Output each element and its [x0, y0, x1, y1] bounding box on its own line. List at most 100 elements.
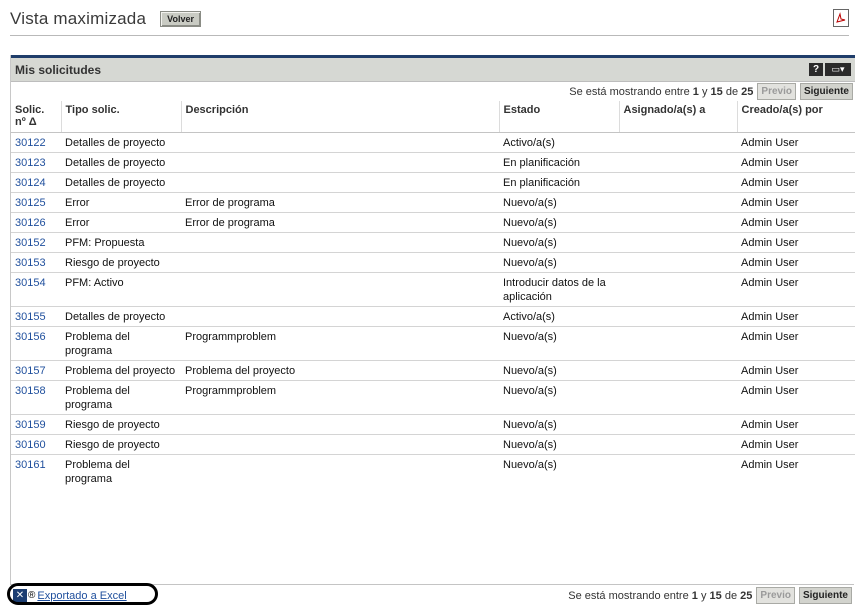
table-row: 30123 Detalles de proyecto En planificació… — [11, 151, 855, 172]
table-row: 30126 Error Error de programa Nuevo/a(s) Adm… — [11, 211, 855, 232]
cell-created-by: Admin User — [737, 231, 855, 252]
cell-status: Introducir datos de la aplicación — [499, 271, 619, 306]
pdf-icon[interactable] — [833, 9, 849, 27]
cell-created-by: Admin User — [737, 151, 855, 172]
table-row: 30161 Problema del programa Nuevo/a(s) Admi… — [11, 453, 855, 488]
cell-request-number-link: 30154 — [11, 271, 61, 306]
cell-description — [181, 251, 499, 272]
request-number-link[interactable]: 30122 — [15, 137, 46, 149]
cell-status: Activo/a(s) — [503, 136, 555, 149]
cell-request-number-link: 30123 — [11, 151, 61, 172]
cell-status: En planificación — [499, 171, 619, 192]
column-header-created-by[interactable]: Creado/a(s) por — [736, 101, 855, 133]
cell-status: Nuevo/a(s) — [499, 453, 619, 488]
cell-request-type: Detalles de proyecto — [61, 305, 181, 326]
menu-icon[interactable]: ▭▾ — [825, 63, 851, 76]
table-row: 30125 Error Error de programa Nuevo/a(s) Adm… — [11, 191, 855, 212]
cell-request-type: Problema del programa — [61, 453, 181, 488]
cell-description — [181, 132, 499, 152]
cell-assigned-to — [619, 191, 737, 212]
cell-status: Nuevo/a(s) — [499, 413, 619, 434]
page-header: Vista maximizada Volver — [10, 6, 201, 32]
cell-request-number-link: 30156 — [11, 325, 61, 360]
cell-status: Nuevo/a(s) — [499, 231, 619, 252]
cell-request-type: Riesgo de proyecto — [61, 413, 181, 434]
cell-description — [181, 453, 499, 488]
table-row: 30159 Riesgo de proyecto Nuevo/a(s) Admin U… — [11, 413, 855, 434]
cell-status: Nuevo/a(s) — [499, 191, 619, 212]
request-number-link[interactable]: 30156 — [15, 331, 46, 343]
my-requests-portlet: Mis solicitudes ? ▭▾ Se está mostrando e… — [10, 55, 855, 605]
request-number-link[interactable]: 30153 — [15, 257, 46, 269]
request-number-link[interactable]: 30125 — [15, 197, 46, 209]
table-row: 30158 Problema del programa Programmproble… — [11, 379, 855, 414]
cell-request-number-link: 30161 — [11, 453, 61, 488]
cell-request-type: Riesgo de proyecto — [61, 433, 181, 454]
cell-assigned-to — [619, 151, 737, 172]
pager-top: Se está mostrando entre 1 y 15 de 25 Pre… — [11, 82, 855, 101]
cell-assigned-to — [619, 251, 737, 272]
cell-description: Error de programa — [181, 211, 499, 232]
cell-request-number-link: 30159 — [11, 413, 61, 434]
cell-created-by: Admin User — [737, 191, 855, 212]
cell-request-type: PFM: Activo — [61, 271, 181, 306]
cell-created-by: Admin User — [741, 136, 799, 149]
request-number-link[interactable]: 30154 — [15, 277, 46, 289]
cell-request-type: Problema del proyecto — [61, 359, 181, 380]
cell-status: Nuevo/a(s) — [499, 251, 619, 272]
cell-assigned-to — [619, 305, 737, 326]
cell-status: Nuevo/a(s) — [499, 325, 619, 360]
cell-created-by: Admin User — [737, 271, 855, 306]
header-divider — [10, 35, 849, 36]
cell-assigned-to — [619, 211, 737, 232]
cell-created-by: Admin User — [737, 305, 855, 326]
request-number-link[interactable]: 30158 — [15, 385, 46, 397]
back-button[interactable]: Volver — [160, 11, 201, 27]
column-header-request-number[interactable]: Solic. nº Δ — [11, 101, 61, 133]
request-number-link[interactable]: 30159 — [15, 419, 46, 431]
cell-assigned-to — [619, 171, 737, 192]
previous-button[interactable]: Previo — [757, 83, 796, 100]
cell-request-type: PFM: Propuesta — [61, 231, 181, 252]
cell-assigned-to — [619, 413, 737, 434]
page-title: Vista maximizada — [10, 9, 147, 28]
request-number-link[interactable]: 30155 — [15, 311, 46, 323]
request-number-link[interactable]: 30124 — [15, 177, 46, 189]
cell-request-number-link: 30158 — [11, 379, 61, 414]
column-header-request-type[interactable]: Tipo solic. — [60, 101, 181, 133]
next-button[interactable]: Siguiente — [799, 83, 853, 100]
cell-assigned-to — [619, 453, 737, 488]
cell-assigned-to — [619, 132, 737, 152]
cell-description — [181, 151, 499, 172]
request-number-link[interactable]: 30157 — [15, 365, 46, 377]
previous-button[interactable]: Previo — [756, 587, 795, 604]
table-row: 30157 Problema del proyecto Problema del p… — [11, 359, 855, 380]
cell-created-by: Admin User — [737, 359, 855, 380]
cell-request-number-link: 30160 — [11, 433, 61, 454]
request-number-link[interactable]: 30160 — [15, 439, 46, 451]
cell-created-by: Admin User — [737, 325, 855, 360]
request-number-link[interactable]: 30161 — [15, 459, 46, 471]
pager-text: Se está mostrando entre 1 y 15 de 25 — [568, 589, 753, 602]
request-number-link[interactable]: 30152 — [15, 237, 46, 249]
cell-created-by: Admin User — [737, 211, 855, 232]
table-row: 30122 Detalles de proyecto Activo/a(s) Admi… — [11, 132, 855, 152]
registered-mark: ® — [28, 590, 36, 601]
excel-icon[interactable]: ✕ — [13, 589, 27, 602]
cell-created-by: Admin User — [737, 453, 855, 488]
request-number-link[interactable]: 30126 — [15, 217, 46, 229]
cell-request-type: Problema del programa — [61, 325, 181, 360]
pager-bottom: Se está mostrando entre 1 y 15 de 25 Pre… — [568, 586, 854, 605]
next-button[interactable]: Siguiente — [798, 587, 852, 604]
table-row: 30156 Problema del programa Programmproble… — [11, 325, 855, 360]
column-header-description[interactable]: Descripción — [180, 101, 499, 133]
cell-status: Nuevo/a(s) — [499, 359, 619, 380]
cell-description — [181, 271, 499, 306]
cell-assigned-to — [619, 231, 737, 252]
help-icon[interactable]: ? — [809, 63, 823, 76]
column-header-assigned-to[interactable]: Asignado/a(s) a — [618, 101, 737, 133]
request-number-link[interactable]: 30123 — [15, 157, 46, 169]
export-to-excel-link[interactable]: Exportado a Excel — [37, 590, 126, 602]
column-header-status[interactable]: Estado — [498, 101, 619, 133]
cell-created-by: Admin User — [737, 379, 855, 414]
